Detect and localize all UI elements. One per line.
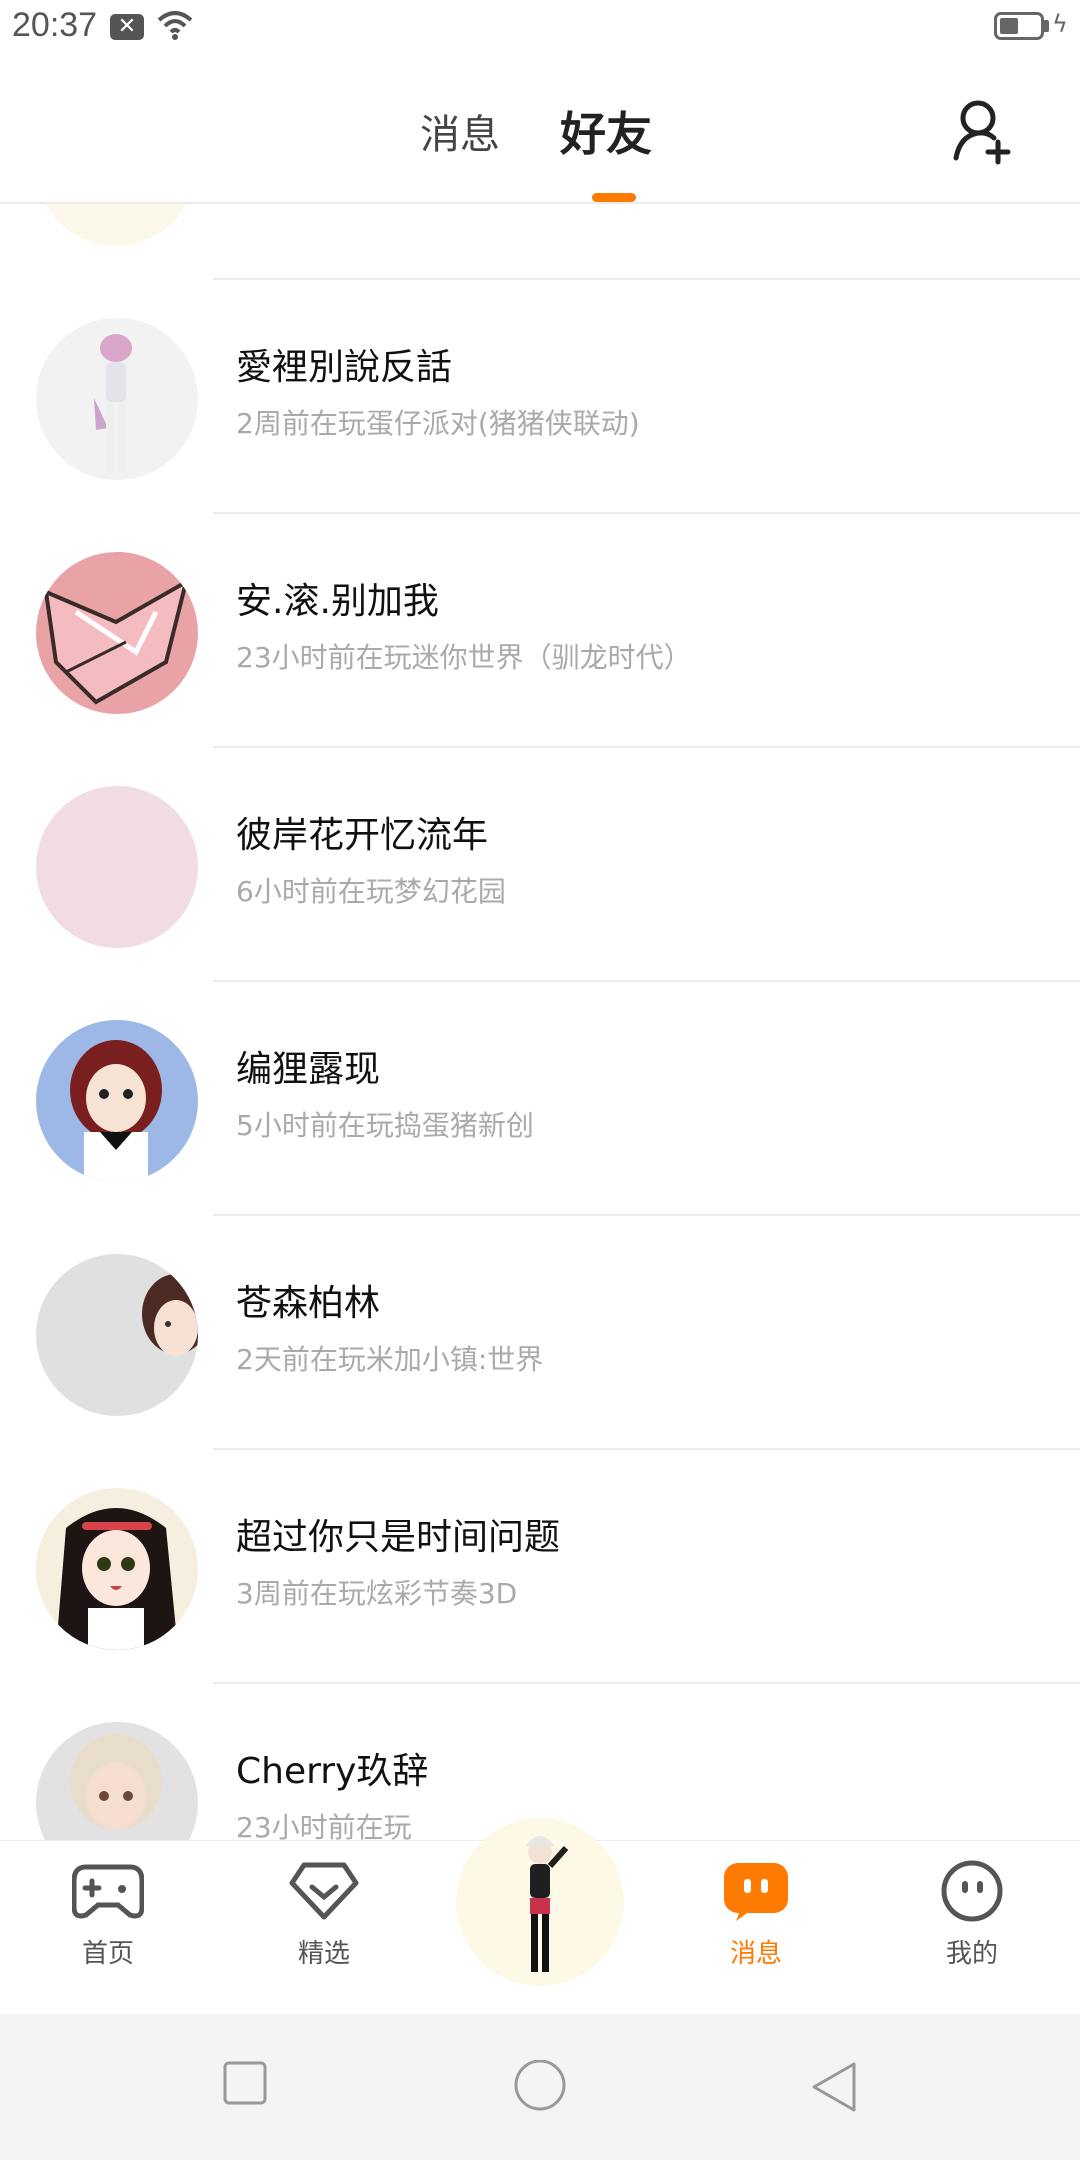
avatar[interactable] xyxy=(36,1020,198,1182)
friend-status: 23小时前在玩迷你世界（驯龙时代） xyxy=(236,641,692,674)
friend-row[interactable]: 愛裡別說反話 2周前在玩蛋仔派对(猪猪侠联动) xyxy=(0,280,1080,514)
friend-name: 苍森柏林 xyxy=(236,1283,381,1324)
friend-list[interactable]: 愛裡別說反話 2周前在玩蛋仔派对(猪猪侠联动) 安.滚.别加我 23小时前在玩迷… xyxy=(0,204,1080,1840)
friend-status: 2天前在玩米加小镇:世界 xyxy=(236,1343,544,1376)
friend-name: 愛裡別說反話 xyxy=(236,347,453,388)
face-icon xyxy=(941,1860,1003,1922)
tab-messages[interactable]: 消息 xyxy=(420,102,500,160)
friend-row[interactable]: 彼岸花开忆流年 6小时前在玩梦幻花园 xyxy=(0,748,1080,982)
active-tab-indicator xyxy=(592,193,636,202)
nav-featured[interactable]: 精选 xyxy=(254,1859,394,1970)
friend-row[interactable]: 超过你只是时间问题 3周前在玩炫彩节奏3D xyxy=(0,1450,1080,1684)
system-navigation-bar xyxy=(0,2014,1080,2160)
gamepad-icon xyxy=(71,1864,145,1919)
charging-icon: ϟ xyxy=(1052,10,1068,38)
friend-status: 23小时前在玩 xyxy=(236,1811,412,1840)
avatar[interactable] xyxy=(36,552,198,714)
wifi-icon xyxy=(157,11,193,40)
friend-name: 超过你只是时间问题 xyxy=(236,1517,561,1558)
friend-name: 安.滚.别加我 xyxy=(236,581,439,622)
avatar[interactable] xyxy=(36,786,198,948)
recent-apps-icon[interactable] xyxy=(222,2060,268,2106)
friend-row[interactable]: 安.滚.别加我 23小时前在玩迷你世界（驯龙时代） xyxy=(0,514,1080,748)
notification-x-icon: ✕ xyxy=(110,14,144,40)
avatar[interactable] xyxy=(36,1254,198,1416)
friend-row[interactable]: 编狸露现 5小时前在玩捣蛋猪新创 xyxy=(0,982,1080,1216)
add-user-icon[interactable] xyxy=(950,96,1020,166)
friend-status: 2周前在玩蛋仔派对(猪猪侠联动) xyxy=(236,407,640,440)
nav-messages[interactable]: 消息 xyxy=(686,1859,826,1970)
status-time: 20:37 xyxy=(12,6,98,44)
status-bar: 20:37 ✕ ϟ xyxy=(0,0,1080,56)
avatar[interactable] xyxy=(36,1722,198,1840)
friend-row[interactable]: 苍森柏林 2天前在玩米加小镇:世界 xyxy=(0,1216,1080,1450)
friend-status: 3周前在玩炫彩节奏3D xyxy=(236,1577,518,1610)
friend-status: 5小时前在玩捣蛋猪新创 xyxy=(236,1109,534,1142)
avatar[interactable] xyxy=(36,1488,198,1650)
back-icon[interactable] xyxy=(810,2060,858,2114)
friend-name: Cherry玖辞 xyxy=(236,1751,429,1792)
nav-home[interactable]: 首页 xyxy=(38,1859,178,1970)
avatar[interactable] xyxy=(36,318,198,480)
top-tab-bar: 消息 好友 xyxy=(0,56,1080,204)
nav-label: 消息 xyxy=(729,1939,782,1969)
nav-label: 精选 xyxy=(297,1939,350,1969)
heart-gem-icon xyxy=(289,1862,359,1920)
nav-label: 首页 xyxy=(81,1939,134,1969)
battery-icon xyxy=(994,12,1044,40)
friend-name: 彼岸花开忆流年 xyxy=(236,815,489,856)
home-icon[interactable] xyxy=(512,2060,568,2116)
nav-profile[interactable]: 我的 xyxy=(902,1859,1042,1970)
center-avatar-button[interactable] xyxy=(456,1818,624,1986)
nav-label: 我的 xyxy=(945,1939,998,1969)
avatar xyxy=(36,204,196,246)
friend-status: 6小时前在玩梦幻花园 xyxy=(236,875,506,908)
friend-name: 编狸露现 xyxy=(236,1049,381,1090)
tab-friends[interactable]: 好友 xyxy=(560,98,652,164)
chat-bubble-icon xyxy=(724,1863,788,1921)
